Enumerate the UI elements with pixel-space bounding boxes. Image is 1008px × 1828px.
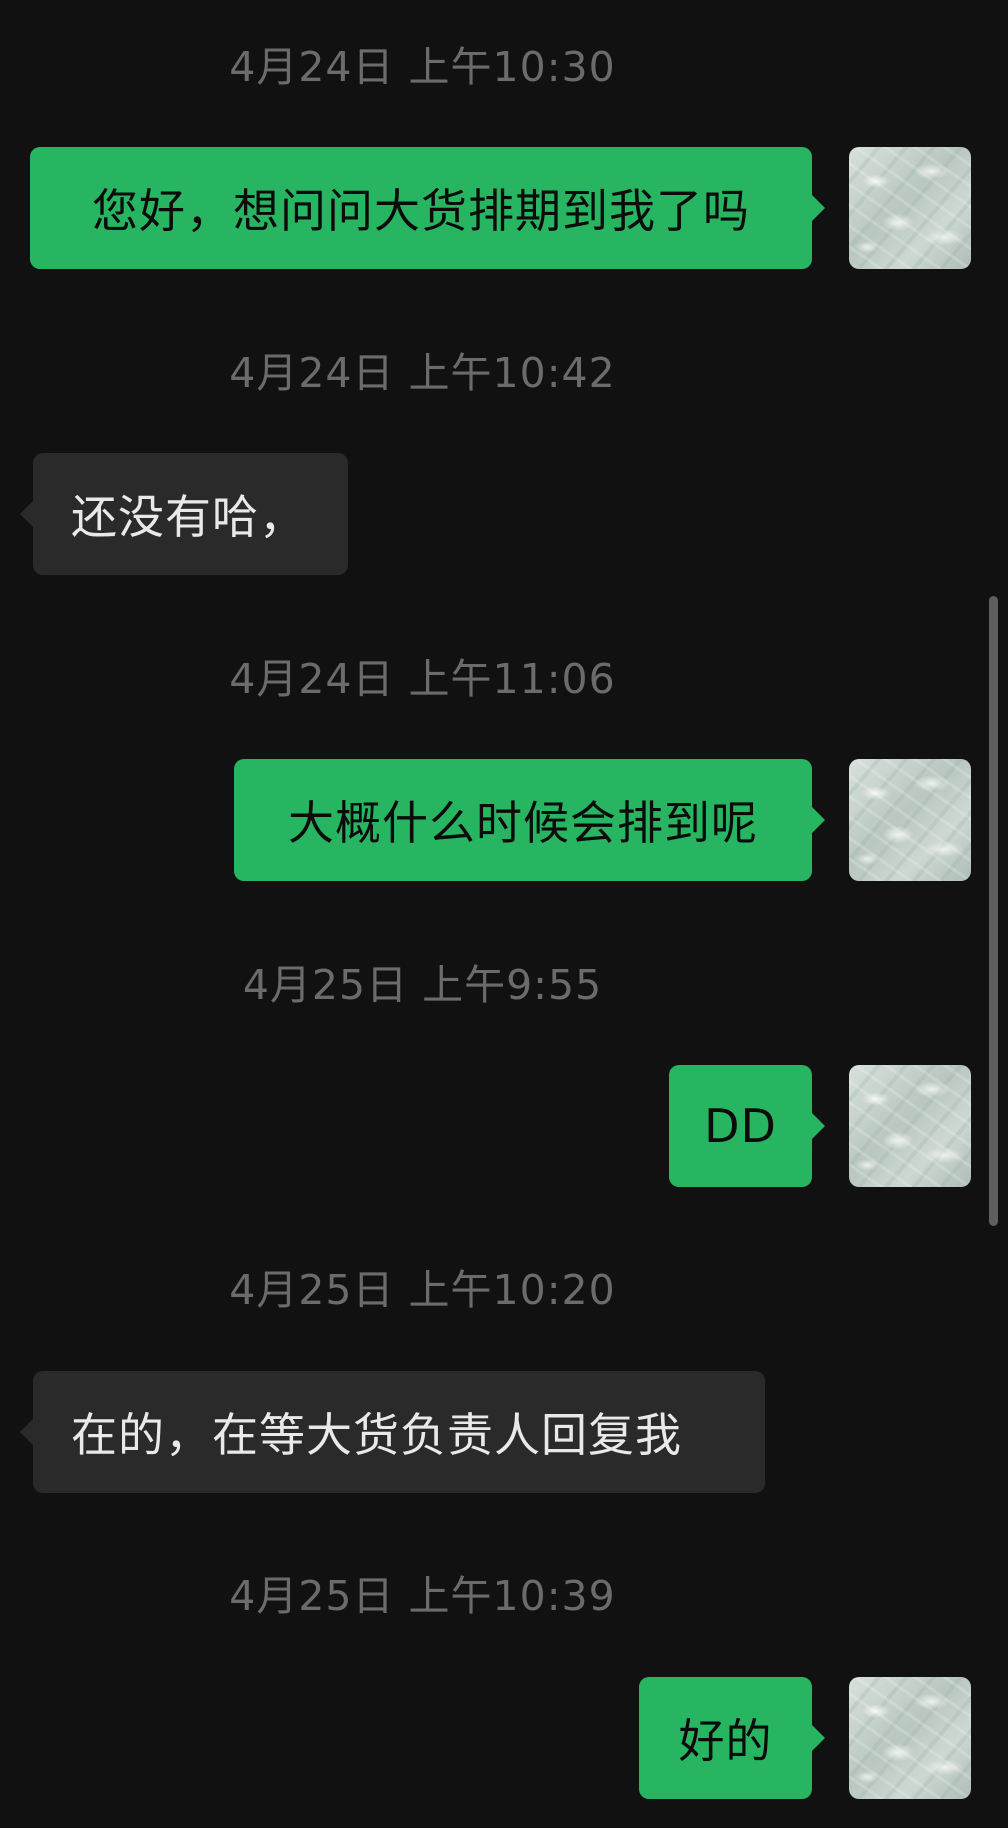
message-text: 好的 [678, 1714, 773, 1768]
user-avatar[interactable] [849, 1677, 971, 1799]
bubble-tail [811, 1724, 825, 1752]
message-text: 大概什么时候会排到呢 [288, 796, 758, 850]
message-timestamp: 4月24日 上午10:30 [229, 43, 616, 91]
bubble-tail [811, 806, 825, 834]
message-text: 在的，在等大货负责人回复我 [71, 1408, 682, 1462]
bubble-tail [811, 194, 825, 222]
message-timestamp: 4月25日 上午10:39 [229, 1572, 616, 1620]
user-avatar[interactable] [849, 1065, 971, 1187]
outgoing-message-bubble[interactable]: DD [669, 1065, 825, 1187]
incoming-message-bubble[interactable]: 还没有哈， [20, 453, 348, 575]
user-avatar[interactable] [849, 759, 971, 881]
message-timestamp: 4月24日 上午11:06 [229, 655, 616, 703]
incoming-message-bubble[interactable]: 在的，在等大货负责人回复我 [20, 1371, 765, 1493]
bubble-tail [20, 500, 34, 528]
user-avatar[interactable] [849, 147, 971, 269]
outgoing-message-bubble[interactable]: 您好，想问问大货排期到我了吗 [30, 147, 825, 269]
outgoing-message-bubble[interactable]: 好的 [639, 1677, 825, 1799]
message-text: 还没有哈， [71, 490, 306, 544]
scrollbar[interactable] [989, 596, 998, 1226]
outgoing-message-bubble[interactable]: 大概什么时候会排到呢 [234, 759, 825, 881]
message-text: 您好，想问问大货排期到我了吗 [92, 184, 750, 238]
message-timestamp: 4月24日 上午10:42 [229, 349, 616, 397]
message-timestamp: 4月25日 上午9:55 [242, 961, 603, 1009]
message-timestamp: 4月25日 上午10:20 [229, 1266, 616, 1314]
message-text: DD [704, 1099, 777, 1153]
bubble-tail [811, 1112, 825, 1140]
bubble-tail [20, 1418, 34, 1446]
